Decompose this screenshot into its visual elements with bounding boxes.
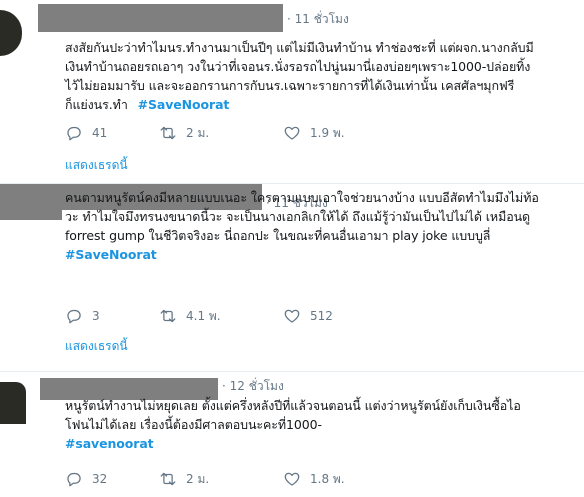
hashtag-link[interactable]: #SaveNoorat [138, 97, 230, 112]
heart-icon [284, 126, 300, 140]
avatar[interactable] [0, 10, 22, 56]
tweet-line: ไว้ไม่ยอมมารับ และจะออกรานการกับนร.เฉพาะ… [65, 78, 515, 93]
reply-count: 41 [92, 126, 108, 140]
retweet-count: 2 ม. [186, 125, 210, 140]
tweet-line: #SaveNoorat [65, 245, 577, 264]
redacted-username [38, 4, 283, 32]
reply-button[interactable]: 32 [65, 470, 127, 488]
tweet-line: #savenoorat [65, 434, 577, 453]
tweet-text: สงสัยกันปะว่าทำไมนร.ทำงานมาเป็นปีๆ แต่ไม… [65, 38, 577, 114]
tweet-line: คนตามหนูรัตน์คงมีหลายแบบเนอะ ใครตามแบบเอ… [65, 190, 539, 205]
redacted-avatar [0, 184, 62, 220]
heart-icon [284, 472, 300, 486]
tweet-line: หนูรัตน์ทำงานไม่หยุดเลย ตั้งแต่ครึ่งหลัง… [65, 398, 521, 413]
hashtag-link[interactable]: #savenoorat [65, 436, 154, 451]
reply-icon [67, 126, 81, 141]
tweet-2[interactable]: · 11 ชั่วโมง คนตามหนูรัตน์คงมีหลายแบบเนอ… [0, 184, 584, 372]
tweet-time[interactable]: · 11 ชั่วโมง [287, 10, 349, 29]
tweet-line-text: ก็แย่งนร.ทำ [65, 97, 128, 112]
reply-button[interactable]: 41 [65, 124, 127, 142]
avatar[interactable] [0, 382, 26, 424]
retweet-count: 2 ม. [186, 471, 210, 486]
hashtag-link[interactable]: #SaveNoorat [65, 247, 157, 262]
tweet-line: เงินทำบ้านถอยรถเอาๆ วงในว่าที่เจอนร.นั่ง… [65, 59, 531, 74]
heart-icon [284, 309, 300, 323]
tweet-text: คนตามหนูรัตน์คงมีหลายแบบเนอะ ใครตามแบบเอ… [65, 188, 577, 207]
tweet-line: โฟนไม่ได้เลย เรื่องนี้ต้องมีศาลตอบนะคะที… [65, 417, 322, 432]
like-count: 1.8 พ. [310, 471, 345, 486]
like-count: 512 [310, 309, 333, 323]
reply-icon [67, 472, 81, 487]
tweet-actions: 41 2 ม. 1.9 พ. [65, 122, 377, 144]
reply-count: 3 [92, 309, 100, 323]
tweet-actions: 32 2 ม. 1.8 พ. [65, 468, 377, 490]
tweet-actions: 3 4.1 พ. 512 [65, 305, 365, 327]
tweet-1[interactable]: · 11 ชั่วโมง สงสัยกันปะว่าทำไมนร.ทำงานมา… [0, 0, 584, 184]
retweet-button[interactable]: 2 ม. [159, 124, 251, 143]
retweet-button[interactable]: 4.1 พ. [159, 307, 251, 326]
retweet-button[interactable]: 2 ม. [159, 470, 251, 489]
like-button[interactable]: 1.9 พ. [283, 124, 345, 143]
tweet-text-cont: วะ ทำไมใจมึงทรนงขนาดนี้วะ จะเป็นนางเอกลิ… [65, 207, 577, 264]
retweet-icon [160, 309, 176, 323]
reply-button[interactable]: 3 [65, 307, 127, 325]
tweet-line: สงสัยกันปะว่าทำไมนร.ทำงานมาเป็นปีๆ แต่ไม… [65, 40, 534, 55]
like-button[interactable]: 512 [283, 307, 333, 325]
retweet-icon [160, 472, 176, 486]
reply-count: 32 [92, 472, 108, 486]
tweet-line: วะ ทำไมใจมึงทรนงขนาดนี้วะ จะเป็นนางเอกลิ… [65, 209, 531, 224]
retweet-icon [160, 126, 176, 140]
like-count: 1.9 พ. [310, 125, 345, 140]
tweet-text: หนูรัตน์ทำงานไม่หยุดเลย ตั้งแต่ครึ่งหลัง… [65, 396, 577, 453]
reply-icon [67, 309, 81, 324]
show-thread-link[interactable]: แสดงเธรดนี้ [65, 337, 128, 356]
tweet-line: forrest gump ในชีวิตจริงอะ นี่ถอกปะ ในขณ… [65, 228, 491, 243]
timeline: · 11 ชั่วโมง สงสัยกันปะว่าทำไมนร.ทำงานมา… [0, 0, 584, 497]
retweet-count: 4.1 พ. [186, 308, 221, 323]
show-thread-link[interactable]: แสดงเธรดนี้ [65, 156, 128, 175]
tweet-time[interactable]: · 12 ชั่วโมง [222, 377, 284, 396]
like-button[interactable]: 1.8 พ. [283, 470, 345, 489]
tweet-3[interactable]: · 12 ชั่วโมง หนูรัตน์ทำงานไม่หยุดเลย ตั้… [0, 372, 584, 497]
tweet-line: ก็แย่งนร.ทำ #SaveNoorat [65, 95, 577, 114]
